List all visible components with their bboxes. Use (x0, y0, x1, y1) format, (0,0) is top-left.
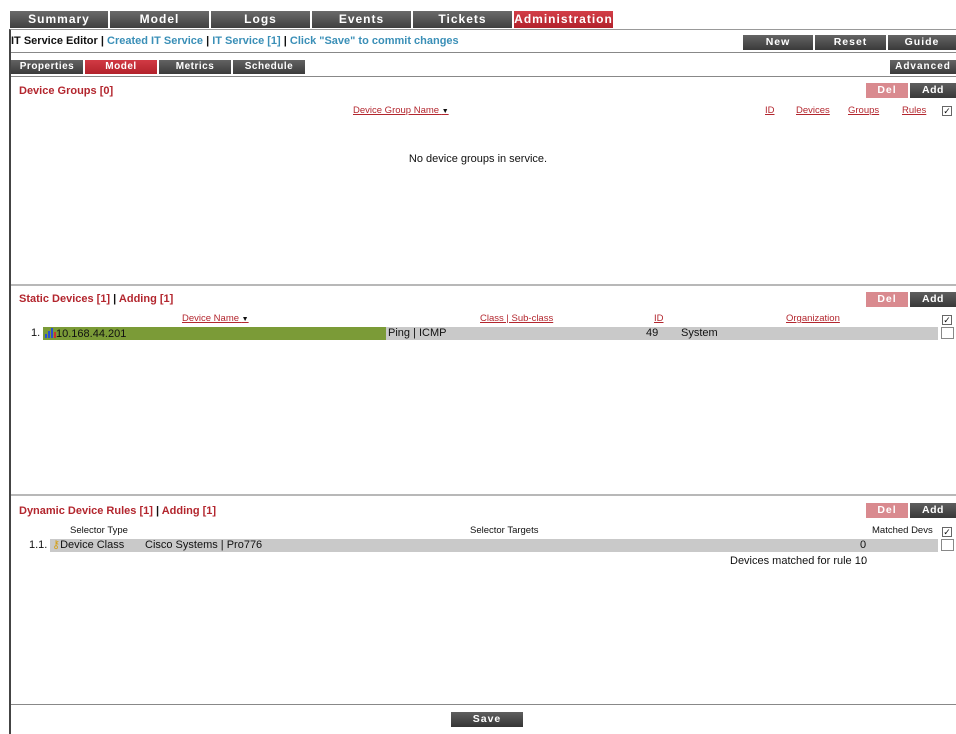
title-separator: | (113, 293, 117, 305)
static-devices-adding: Adding [1] (118, 293, 174, 305)
col-selector-type: Selector Type (70, 525, 128, 536)
new-button[interactable]: New (743, 35, 813, 50)
static-devices-del-button[interactable]: Del (866, 292, 908, 307)
devices-matched-value: 0 (861, 555, 868, 567)
nav-tab-logs[interactable]: Logs (211, 11, 310, 28)
nav-tab-summary[interactable]: Summary (10, 11, 108, 28)
key-icon: ⚷ (52, 539, 61, 551)
tab-schedule[interactable]: Schedule (233, 60, 305, 74)
row-background (386, 327, 938, 340)
col-id[interactable]: ID (765, 105, 775, 116)
dynamic-rules-adding: Adding [1] (161, 505, 217, 517)
col-rules[interactable]: Rules (902, 105, 926, 116)
col-id[interactable]: ID (654, 313, 664, 324)
guide-button[interactable]: Guide (888, 35, 956, 50)
col-organization[interactable]: Organization (786, 313, 840, 324)
top-nav: Summary Model Logs Events Tickets Admini… (10, 11, 615, 28)
select-all-checkbox[interactable]: ✓ (942, 106, 952, 116)
nav-tab-events[interactable]: Events (312, 11, 411, 28)
select-all-checkbox[interactable]: ✓ (942, 527, 952, 537)
advanced-button[interactable]: Advanced (890, 60, 956, 74)
rule-selector-targets: Cisco Systems | Pro776 (145, 539, 263, 551)
col-device-group-name[interactable]: Device Group Name ▼ (353, 105, 449, 116)
dynamic-rules-del-button[interactable]: Del (866, 503, 908, 518)
created-service-link[interactable]: Created IT Service (107, 35, 203, 47)
rule-matched-devs: 0 (860, 539, 867, 551)
empty-message: No device groups in service. (408, 153, 548, 165)
col-matched-devs: Matched Devs (872, 525, 933, 536)
reset-button[interactable]: Reset (815, 35, 886, 50)
divider (11, 76, 956, 77)
nav-tab-tickets[interactable]: Tickets (413, 11, 512, 28)
device-groups-add-button[interactable]: Add (910, 83, 956, 98)
col-class-subclass[interactable]: Class | Sub-class (480, 313, 553, 324)
title-separator: | (155, 505, 160, 517)
col-label: Device Name (182, 313, 240, 324)
nav-tab-model[interactable]: Model (110, 11, 209, 28)
save-hint: Click "Save" to commit changes (289, 35, 459, 47)
col-selector-targets: Selector Targets (470, 525, 539, 536)
select-all-checkbox[interactable]: ✓ (942, 315, 952, 325)
row-index: 1.1. (29, 539, 48, 551)
tab-metrics[interactable]: Metrics (159, 60, 231, 74)
row-checkbox[interactable] (941, 539, 954, 551)
tab-properties[interactable]: Properties (11, 60, 83, 74)
section-divider (11, 284, 956, 286)
dynamic-rules-count: Dynamic Device Rules [1] (19, 505, 153, 517)
row-index: 1. (31, 327, 41, 339)
footer-divider (11, 704, 956, 705)
signal-bars-icon (45, 327, 56, 338)
col-groups[interactable]: Groups (848, 105, 879, 116)
service-link[interactable]: IT Service [1] (212, 35, 280, 47)
col-device-name[interactable]: Device Name ▼ (182, 313, 249, 324)
dynamic-rules-title: Dynamic Device Rules [1] | Adding [1] (19, 505, 216, 517)
device-name: 10.168.44.201 (56, 328, 127, 340)
device-id: 49 (646, 327, 659, 339)
device-class: Ping | ICMP (388, 327, 447, 339)
sort-down-icon: ▼ (441, 108, 449, 115)
dynamic-rules-add-button[interactable]: Add (910, 503, 956, 518)
divider (11, 52, 956, 53)
breadcrumb-separator: | (283, 35, 287, 47)
sub-tabs: Properties Model Metrics Schedule (11, 60, 307, 74)
editor-title: IT Service Editor (11, 35, 98, 47)
breadcrumb-separator: | (100, 35, 104, 47)
static-devices-add-button[interactable]: Add (910, 292, 956, 307)
section-divider (11, 494, 956, 496)
device-groups-title: Device Groups [0] (19, 85, 114, 97)
device-groups-del-button[interactable]: Del (866, 83, 908, 98)
breadcrumb: IT Service Editor | Created IT Service |… (11, 33, 459, 49)
nav-tab-administration[interactable]: Administration (514, 11, 613, 28)
save-button[interactable]: Save (451, 712, 523, 727)
tab-model[interactable]: Model (85, 60, 157, 74)
rule-type: Device Class (60, 539, 125, 551)
static-devices-count: Static Devices [1] (19, 293, 111, 305)
col-devices[interactable]: Devices (796, 105, 830, 116)
device-organization: System (681, 327, 718, 339)
devices-matched-label: Devices matched for rule 1: (730, 555, 864, 567)
breadcrumb-separator: | (206, 35, 210, 47)
rule-selector-type[interactable]: ⚷Device Class (52, 539, 124, 552)
sort-down-icon: ▼ (241, 316, 249, 323)
static-devices-title: Static Devices [1] | Adding [1] (19, 293, 173, 305)
editor-frame (9, 29, 956, 734)
row-checkbox[interactable] (941, 327, 954, 339)
col-label: Device Group Name (353, 105, 440, 116)
device-name-link[interactable]: 10.168.44.201 (45, 327, 126, 341)
